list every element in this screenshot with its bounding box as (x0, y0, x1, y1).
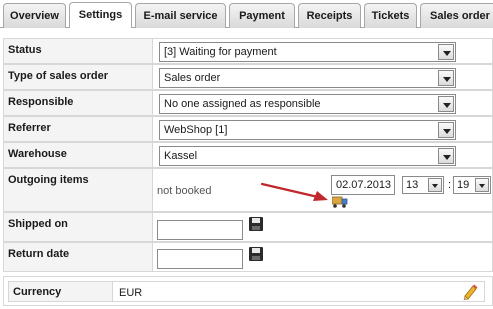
outgoing-date-input[interactable]: 02.07.2013 (331, 175, 395, 195)
warehouse-row: Warehouse Kassel (3, 142, 493, 168)
warehouse-field-cell: Kassel (154, 143, 492, 167)
status-row: Status [3] Waiting for payment (3, 38, 493, 64)
order-type-label: Type of sales order (4, 65, 153, 89)
chevron-down-icon[interactable] (438, 44, 454, 60)
shipped-on-row: Shipped on (3, 212, 493, 242)
responsible-value: No one assigned as responsible (164, 98, 321, 110)
status-label: Status (4, 39, 153, 63)
chevron-down-icon[interactable] (438, 148, 454, 164)
referrer-select[interactable]: WebShop [1] (159, 120, 456, 140)
currency-inner-box: Currency EUR (8, 281, 485, 302)
chevron-down-icon[interactable] (438, 96, 454, 112)
tab-bar: Overview Settings E-mail service Payment… (0, 0, 493, 28)
return-date-label: Return date (4, 243, 153, 271)
order-type-row: Type of sales order Sales order (3, 64, 493, 90)
chevron-down-icon[interactable] (475, 178, 489, 192)
responsible-select[interactable]: No one assigned as responsible (159, 94, 456, 114)
chevron-down-icon[interactable] (428, 178, 442, 192)
outgoing-items-row: Outgoing items not booked 02.07.2013 13 … (3, 168, 493, 212)
annotation-arrow-icon (260, 182, 328, 201)
shipped-on-field-cell (154, 213, 492, 241)
status-select[interactable]: [3] Waiting for payment (159, 42, 456, 62)
chevron-down-icon[interactable] (438, 70, 454, 86)
floppy-disk-icon[interactable] (249, 217, 263, 231)
currency-label: Currency (9, 282, 113, 301)
return-date-row: Return date (3, 242, 493, 272)
tab-email-service[interactable]: E-mail service (135, 3, 226, 28)
warehouse-value: Kassel (164, 150, 198, 162)
return-date-field-cell (154, 243, 492, 271)
order-type-field-cell: Sales order (154, 65, 492, 89)
warehouse-select[interactable]: Kassel (159, 146, 456, 166)
tab-settings[interactable]: Settings (69, 2, 132, 28)
tab-sales-order[interactable]: Sales order (420, 3, 493, 28)
referrer-row: Referrer WebShop [1] (3, 116, 493, 142)
referrer-field-cell: WebShop [1] (154, 117, 492, 141)
floppy-disk-icon[interactable] (249, 247, 263, 261)
order-type-value: Sales order (164, 72, 221, 84)
outgoing-items-field-cell: not booked 02.07.2013 13 : 19 (154, 169, 492, 211)
outgoing-minute-select[interactable]: 19 (453, 176, 491, 194)
responsible-label: Responsible (4, 91, 153, 115)
referrer-value: WebShop [1] (164, 124, 228, 136)
shipped-on-label: Shipped on (4, 213, 153, 241)
referrer-label: Referrer (4, 117, 153, 141)
shipped-on-input[interactable] (157, 220, 243, 240)
status-field-cell: [3] Waiting for payment (154, 39, 492, 63)
responsible-row: Responsible No one assigned as responsib… (3, 90, 493, 116)
return-date-input[interactable] (157, 249, 243, 269)
status-value: [3] Waiting for payment (164, 46, 277, 58)
time-separator: : (448, 179, 452, 191)
tab-receipts[interactable]: Receipts (298, 3, 361, 28)
tab-tickets[interactable]: Tickets (364, 3, 417, 28)
outgoing-items-label: Outgoing items (4, 169, 153, 211)
chevron-down-icon[interactable] (438, 122, 454, 138)
outgoing-minute-value: 19 (457, 179, 470, 191)
outgoing-hour-value: 13 (406, 179, 419, 191)
responsible-field-cell: No one assigned as responsible (154, 91, 492, 115)
outgoing-status-text: not booked (157, 185, 212, 197)
tab-payment[interactable]: Payment (229, 3, 295, 28)
order-type-select[interactable]: Sales order (159, 68, 456, 88)
outgoing-hour-select[interactable]: 13 (402, 176, 444, 194)
currency-row: Currency EUR (3, 276, 493, 306)
pencil-icon[interactable] (462, 284, 478, 300)
currency-value: EUR (119, 287, 143, 299)
tab-overview[interactable]: Overview (3, 3, 66, 28)
truck-icon[interactable] (332, 196, 348, 208)
warehouse-label: Warehouse (4, 143, 153, 167)
